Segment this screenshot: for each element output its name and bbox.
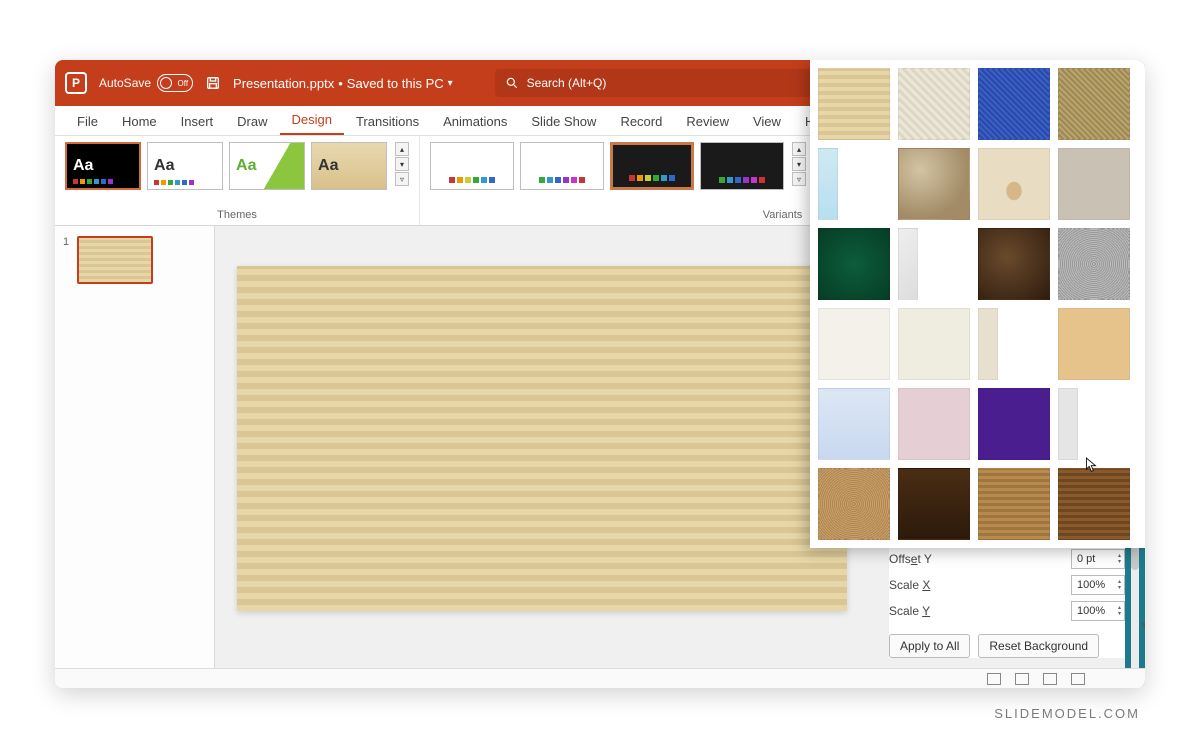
scale-y-value[interactable]: 100%▴▾ — [1071, 601, 1125, 621]
chevron-down-icon: ▾ — [448, 78, 453, 89]
texture-cork[interactable] — [1058, 308, 1130, 380]
tab-slideshow[interactable]: Slide Show — [519, 108, 608, 135]
search-icon — [505, 76, 519, 90]
offset-y-label: Offset Y — [889, 552, 932, 566]
expand-caret-icon[interactable]: ▾ — [1142, 620, 1145, 631]
apply-to-all-button[interactable]: Apply to All — [889, 634, 970, 658]
texture-oak[interactable] — [978, 468, 1050, 540]
texture-paper-2[interactable] — [898, 308, 970, 380]
status-bar — [55, 668, 1145, 688]
variants-more[interactable]: ▿ — [792, 172, 806, 186]
view-slideshow-icon[interactable] — [1071, 673, 1085, 685]
tab-design[interactable]: Design — [280, 106, 344, 135]
texture-blue-denim[interactable] — [978, 68, 1050, 140]
theme-thumb-2[interactable]: Aa — [147, 142, 223, 190]
texture-parchment[interactable] — [978, 308, 998, 380]
save-icon[interactable] — [205, 75, 221, 91]
scale-x-label: Scale X — [889, 578, 930, 592]
autosave-group: AutoSave Off — [99, 74, 193, 92]
tab-transitions[interactable]: Transitions — [344, 108, 431, 135]
tab-insert[interactable]: Insert — [169, 108, 226, 135]
texture-burlap[interactable] — [1058, 68, 1130, 140]
variants-row-down[interactable]: ▾ — [792, 157, 806, 171]
texture-newsprint[interactable] — [1058, 388, 1078, 460]
themes-row-up[interactable]: ▴ — [395, 142, 409, 156]
view-reading-icon[interactable] — [1043, 673, 1057, 685]
slide-canvas[interactable] — [237, 266, 847, 611]
slide-number: 1 — [63, 236, 69, 248]
tab-animations[interactable]: Animations — [431, 108, 519, 135]
texture-sand[interactable] — [818, 468, 890, 540]
autosave-toggle[interactable]: Off — [157, 74, 193, 92]
slide-thumbnails-pane: 1 — [55, 226, 215, 688]
texture-brown-leather[interactable] — [978, 228, 1050, 300]
themes-group: Aa Aa Aa Aa ▴ ▾ ▿ Themes — [55, 136, 419, 225]
texture-purple[interactable] — [978, 388, 1050, 460]
tab-draw[interactable]: Draw — [225, 108, 279, 135]
themes-more[interactable]: ▿ — [395, 172, 409, 186]
scale-y-label: Scale Y — [889, 604, 930, 618]
slide-thumb-1[interactable] — [77, 236, 153, 284]
theme-thumb-4[interactable]: Aa — [311, 142, 387, 190]
tab-home[interactable]: Home — [110, 108, 169, 135]
texture-green-marble[interactable] — [818, 228, 890, 300]
texture-walnut[interactable] — [898, 468, 970, 540]
tab-file[interactable]: File — [65, 108, 110, 135]
texture-water-droplets[interactable] — [818, 148, 838, 220]
scale-x-value[interactable]: 100%▴▾ — [1071, 575, 1125, 595]
theme-thumb-3[interactable]: Aa — [229, 142, 305, 190]
powerpoint-icon: P — [65, 72, 87, 94]
texture-canvas[interactable] — [898, 68, 970, 140]
view-sorter-icon[interactable] — [1015, 673, 1029, 685]
texture-gallery — [810, 60, 1145, 548]
variant-4[interactable] — [700, 142, 784, 190]
texture-recycled-paper[interactable] — [1058, 148, 1130, 220]
texture-fossil[interactable] — [978, 148, 1050, 220]
themes-row-down[interactable]: ▾ — [395, 157, 409, 171]
tab-view[interactable]: View — [741, 108, 793, 135]
variant-2[interactable] — [520, 142, 604, 190]
theme-thumb-1[interactable]: Aa — [65, 142, 141, 190]
watermark: SLIDEMODEL.COM — [994, 706, 1140, 721]
texture-granite[interactable] — [1058, 228, 1130, 300]
texture-white-marble[interactable] — [898, 228, 918, 300]
texture-pink-tissue[interactable] — [898, 388, 970, 460]
themes-label: Themes — [65, 209, 409, 223]
search-input[interactable]: Search (Alt+Q) — [495, 69, 860, 97]
offset-y-value[interactable]: 0 pt▴▾ — [1071, 549, 1125, 569]
texture-medium-wood[interactable] — [1058, 468, 1130, 540]
app-window: P AutoSave Off Presentation.pptx•Saved t… — [55, 60, 1145, 688]
variant-3[interactable] — [610, 142, 694, 190]
reset-background-button[interactable]: Reset Background — [978, 634, 1099, 658]
tab-review[interactable]: Review — [674, 108, 741, 135]
variants-row-up[interactable]: ▴ — [792, 142, 806, 156]
texture-paper-1[interactable] — [818, 308, 890, 380]
texture-blue-tissue[interactable] — [818, 388, 890, 460]
variant-1[interactable] — [430, 142, 514, 190]
tab-record[interactable]: Record — [608, 108, 674, 135]
texture-woven-tan[interactable] — [818, 68, 890, 140]
texture-crumpled-paper[interactable] — [898, 148, 970, 220]
view-normal-icon[interactable] — [987, 673, 1001, 685]
document-title[interactable]: Presentation.pptx•Saved to this PC ▾ — [233, 76, 453, 91]
autosave-label: AutoSave — [99, 76, 151, 90]
